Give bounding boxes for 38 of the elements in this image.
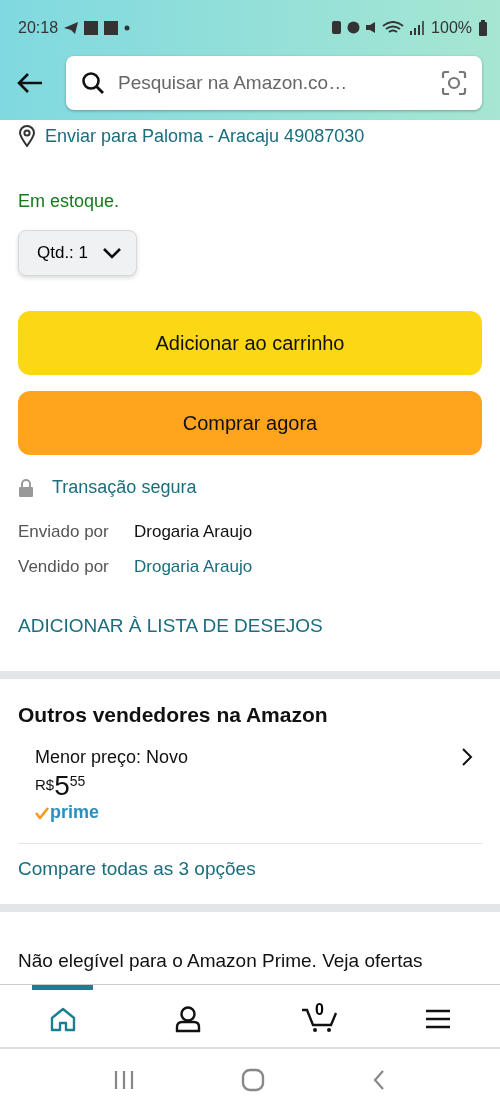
signal-icon (410, 20, 426, 35)
compare-options-link[interactable]: Compare todas as 3 opções (18, 858, 482, 880)
menu-icon (423, 1007, 452, 1030)
battery-level: 100% (431, 18, 472, 37)
delivery-address-link[interactable]: Enviar para Paloma - Aracaju 49087030 (45, 125, 365, 147)
lock-icon (18, 478, 34, 497)
offer-label: Menor preço: Novo (35, 747, 189, 768)
buy-now-button[interactable]: Comprar agora (18, 391, 482, 455)
status-time: 20:18 (18, 18, 59, 37)
location-pin-icon (18, 125, 36, 147)
seller-label: Vendido por (18, 557, 110, 577)
prime-badge: prime (35, 802, 189, 823)
home-icon (48, 1005, 77, 1032)
chevron-down-icon (102, 247, 123, 259)
wishlist-link[interactable]: ADICIONAR À LISTA DE DESEJOS (18, 615, 323, 637)
send-icon (64, 20, 79, 35)
section-title: Outros vendedores na Amazon (18, 703, 329, 727)
wifi-icon (382, 20, 405, 35)
add-to-cart-button[interactable]: Adicionar ao carrinho (18, 311, 482, 375)
home-button-icon[interactable] (241, 1068, 265, 1092)
search-input[interactable]: Pesquisar na Amazon.co… (116, 70, 430, 95)
search-bar[interactable]: Pesquisar na Amazon.co… (66, 55, 482, 110)
back-arrow-icon[interactable] (16, 70, 44, 95)
chevron-right-icon[interactable] (460, 747, 474, 767)
cart-tab[interactable]: 0 (282, 985, 343, 1047)
seller-label: Enviado por (18, 522, 110, 542)
quantity-dropdown[interactable]: Qtd.: 1 (18, 230, 138, 276)
camera-scan-icon[interactable] (440, 68, 468, 97)
stock-status: Em estoque. (18, 191, 120, 212)
account-icon (173, 1004, 202, 1033)
prime-note: Não elegível para o Amazon Prime. Veja ofertas (18, 950, 423, 972)
battery-icon (478, 19, 488, 36)
search-icon (80, 69, 106, 96)
cart-count: 0 (315, 1000, 324, 1019)
more-notifications-icon (124, 24, 131, 31)
secure-transaction-link[interactable]: Transação segura (52, 477, 197, 498)
seller-link[interactable]: Drogaria Araujo (134, 557, 253, 577)
seller-name: Drogaria Araujo (134, 522, 253, 542)
